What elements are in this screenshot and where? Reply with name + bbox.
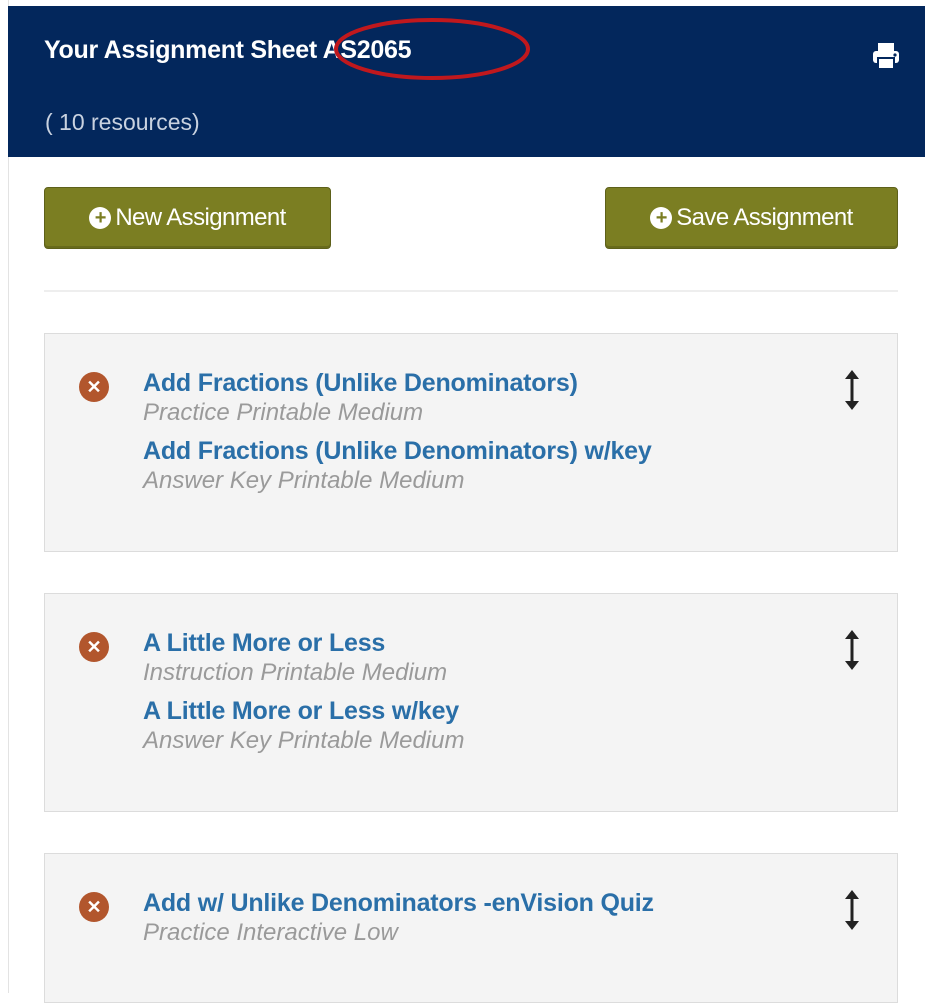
- resource-link[interactable]: Add Fractions (Unlike Denominators): [143, 368, 652, 398]
- print-icon[interactable]: [870, 40, 902, 72]
- save-assignment-label: Save Assignment: [676, 204, 853, 231]
- new-assignment-label: New Assignment: [115, 204, 286, 231]
- resource-count: ( 10 resources): [45, 109, 200, 135]
- resource-meta: Answer Key Printable Medium: [143, 727, 465, 754]
- plus-circle-icon: +: [89, 207, 112, 229]
- plus-circle-icon: +: [650, 207, 673, 229]
- assignment-card: ✕ Add Fractions (Unlike Denominators) Pr…: [44, 333, 898, 552]
- resource-link[interactable]: A Little More or Less: [143, 628, 464, 658]
- assignment-header: Your Assignment Sheet AS2065 ( 10 resour…: [8, 6, 925, 157]
- drag-vertical-icon[interactable]: [841, 890, 863, 930]
- resource-link[interactable]: Add Fractions (Unlike Denominators) w/ke…: [143, 436, 652, 466]
- resource-link[interactable]: A Little More or Less w/key: [143, 696, 464, 726]
- resource-meta: Answer Key Printable Medium: [143, 467, 465, 494]
- resource-meta: Instruction Printable Medium: [143, 659, 448, 686]
- page-title: Your Assignment Sheet AS2065: [44, 36, 412, 64]
- remove-icon[interactable]: ✕: [79, 372, 109, 402]
- resource-meta: Practice Printable Medium: [143, 399, 424, 426]
- assignment-card: ✕ Add w/ Unlike Denominators -enVision Q…: [44, 853, 898, 1003]
- remove-icon[interactable]: ✕: [79, 632, 109, 662]
- save-assignment-button[interactable]: + Save Assignment: [605, 187, 898, 249]
- resource-meta: Practice Interactive Low: [143, 919, 398, 946]
- new-assignment-button[interactable]: + New Assignment: [44, 187, 331, 249]
- drag-vertical-icon[interactable]: [841, 370, 863, 410]
- remove-icon[interactable]: ✕: [79, 892, 109, 922]
- divider: [44, 290, 898, 292]
- drag-vertical-icon[interactable]: [841, 630, 863, 670]
- assignment-card: ✕ A Little More or Less Instruction Prin…: [44, 593, 898, 812]
- resource-link[interactable]: Add w/ Unlike Denominators -enVision Qui…: [143, 888, 654, 918]
